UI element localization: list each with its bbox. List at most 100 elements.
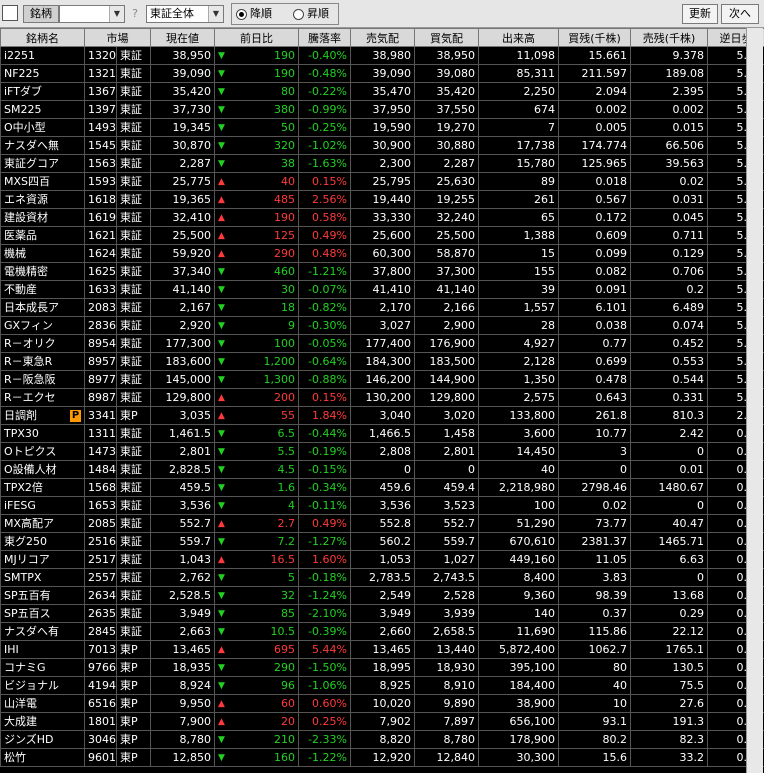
stock-name[interactable]: R－エクセ [4,391,56,404]
stock-name-cell[interactable]: 電機精密 [0,262,85,281]
stock-name-cell[interactable]: NF225 [0,64,85,83]
stock-name-cell[interactable]: SP五百ス [0,604,85,623]
stock-name[interactable]: 大成建 [4,715,37,728]
stock-name-cell[interactable]: O設備人材 [0,460,85,479]
stock-name-cell[interactable]: 松竹 [0,748,85,767]
stock-name-cell[interactable]: 不動産 [0,280,85,299]
table-row[interactable]: TPX30 1311 東証 1,461.5 ▼ 6.5 -0.44% 1,466.5 1,458… [0,424,764,443]
col-header-margin-buy[interactable]: 買残(千株) [558,28,631,47]
stock-name[interactable]: SP五百有 [4,589,51,602]
table-row[interactable]: 電機精密 1625 東証 37,340 ▼ 460 -1.21% 37,800 37,300 15… [0,262,764,281]
table-row[interactable]: 松竹 9601 東P 12,850 ▼ 160 -1.22% 12,920 12,840 30,3… [0,748,764,767]
table-row[interactable]: ビジョナル 4194 東P 8,924 ▼ 96 -1.06% 8,925 8,910 184,4… [0,676,764,695]
table-row[interactable]: SMTPX 2557 東証 2,762 ▼ 5 -0.18% 2,783.5 2,743.5 8,… [0,568,764,587]
table-row[interactable]: iFTダブ 1367 東証 35,420 ▼ 80 -0.22% 35,470 35,420 2,… [0,82,764,101]
stock-name[interactable]: 山洋電 [4,697,37,710]
stock-name-cell[interactable]: MXS四百 [0,172,85,191]
stock-name[interactable]: iFESG [4,499,36,512]
stock-name-cell[interactable]: 東グ250 [0,532,85,551]
table-row[interactable]: NF225 1321 東証 39,090 ▼ 190 -0.48% 39,090 39,080 8… [0,64,764,83]
stock-name[interactable]: 建設資材 [4,211,48,224]
stock-name[interactable]: Oトピクス [4,445,56,458]
stock-name-cell[interactable]: SMTPX [0,568,85,587]
stock-name[interactable]: ナスダへ有 [4,625,59,638]
refresh-button[interactable]: 更新 [682,4,718,24]
table-row[interactable]: 東証グコア 1563 東証 2,287 ▼ 38 -1.63% 2,300 2,287 15,78… [0,154,764,173]
stock-name[interactable]: NF225 [4,67,40,80]
stock-name[interactable]: O設備人材 [4,463,57,476]
table-row[interactable]: R－オリク 8954 東証 177,300 ▼ 100 -0.05% 177,400 176,9… [0,334,764,353]
stock-name[interactable]: 東証グコア [4,157,59,170]
select-all-checkbox[interactable] [2,5,18,21]
table-row[interactable]: SM225 1397 東証 37,730 ▼ 380 -0.99% 37,950 37,550 6… [0,100,764,119]
table-row[interactable]: 大成建 1801 東P 7,900 ▲ 20 0.25% 7,902 7,897 656,100 9… [0,712,764,731]
stock-name[interactable]: O中小型 [4,121,46,134]
stock-name[interactable]: GXフィン [4,319,53,332]
stock-name[interactable]: 東グ250 [4,535,47,548]
table-row[interactable]: MJリコア 2517 東証 1,043 ▲ 16.5 1.60% 1,053 1,027 449,… [0,550,764,569]
table-row[interactable]: R－エクセ 8987 東証 129,800 ▲ 200 0.15% 130,200 129,80… [0,388,764,407]
table-row[interactable]: ナスダへ無 1545 東証 30,870 ▼ 320 -1.02% 30,900 30,880 1… [0,136,764,155]
stock-name-cell[interactable]: 機械 [0,244,85,263]
stock-name-cell[interactable]: MJリコア [0,550,85,569]
stock-name[interactable]: 不動産 [4,283,37,296]
stock-name[interactable]: R－阪急阪 [4,373,56,386]
sort-asc-radio[interactable] [293,8,304,20]
stock-name-cell[interactable]: R－エクセ [0,388,85,407]
stock-name-cell[interactable]: ナスダへ有 [0,622,85,641]
stock-name[interactable]: 日調剤 [4,409,37,422]
stock-name[interactable]: iFTダブ [4,85,42,98]
stock-name-cell[interactable]: 日本成長ア [0,298,85,317]
table-row[interactable]: IHI 7013 東P 13,465 ▲ 695 5.44% 13,465 13,440 5,87… [0,640,764,659]
stock-name-cell[interactable]: R－オリク [0,334,85,353]
stock-name[interactable]: SM225 [4,103,41,116]
stock-name[interactable]: 松竹 [4,751,26,764]
table-row[interactable]: ナスダへ有 2845 東証 2,663 ▼ 10.5 -0.39% 2,660 2,658.5 1… [0,622,764,641]
stock-name-cell[interactable]: i2251 [0,46,85,65]
col-header-change-rate[interactable]: 騰落率 [298,28,351,47]
stock-name-cell[interactable]: SP五百有 [0,586,85,605]
stock-name[interactable]: 電機精密 [4,265,48,278]
col-header-price[interactable]: 現在値 [150,28,215,47]
col-header-change[interactable]: 前日比 [214,28,299,47]
stock-name[interactable]: ジンズHD [4,733,54,746]
table-row[interactable]: 機械 1624 東証 59,920 ▲ 290 0.48% 60,300 58,870 15 0.0… [0,244,764,263]
table-row[interactable]: エネ資源 1618 東証 19,365 ▲ 485 2.56% 19,440 19,255 261… [0,190,764,209]
stock-name[interactable]: MX高配ア [4,517,54,530]
stock-name-cell[interactable]: SM225 [0,100,85,119]
stock-name[interactable]: i2251 [4,49,35,62]
stock-name[interactable]: TPX30 [4,427,39,440]
stock-name-cell[interactable]: TPX2倍 [0,478,85,497]
table-row[interactable]: 山洋電 6516 東P 9,950 ▲ 60 0.60% 10,020 9,890 38,900 1… [0,694,764,713]
stock-name[interactable]: ビジョナル [4,679,59,692]
col-header-margin-sell[interactable]: 売残(千株) [630,28,708,47]
chevron-down-icon[interactable]: ▼ [208,6,223,22]
sort-asc-label[interactable]: 昇順 [307,7,329,20]
sort-desc-label[interactable]: 降順 [250,7,272,20]
stock-name-cell[interactable]: 建設資材 [0,208,85,227]
stock-name-cell[interactable]: R－東急R [0,352,85,371]
stock-name[interactable]: 医薬品 [4,229,37,242]
col-header-ask[interactable]: 売気配 [350,28,415,47]
stock-name-cell[interactable]: iFTダブ [0,82,85,101]
stock-name-cell[interactable]: Oトピクス [0,442,85,461]
table-row[interactable]: SP五百ス 2635 東証 3,949 ▼ 85 -2.10% 3,949 3,939 140 0.… [0,604,764,623]
stock-name[interactable]: ナスダへ無 [4,139,59,152]
col-header-name[interactable]: 銘柄名 [0,28,85,47]
vertical-scrollbar[interactable] [746,28,763,773]
ticker-input[interactable]: ▼ [59,5,125,23]
stock-name-cell[interactable]: IHI [0,640,85,659]
stock-name[interactable]: R－東急R [4,355,52,368]
stock-name-cell[interactable]: iFESG [0,496,85,515]
stock-name-cell[interactable]: エネ資源 [0,190,85,209]
next-button[interactable]: 次へ [721,4,759,24]
stock-name-cell[interactable]: TPX30 [0,424,85,443]
stock-name[interactable]: コナミG [4,661,46,674]
table-row[interactable]: i2251 1320 東証 38,950 ▼ 190 -0.40% 38,980 38,950 1… [0,46,764,65]
stock-name[interactable]: SMTPX [4,571,41,584]
table-row[interactable]: Oトピクス 1473 東証 2,801 ▼ 5.5 -0.19% 2,808 2,801 14,4… [0,442,764,461]
stock-name-cell[interactable]: 日調剤 P [0,406,85,425]
col-header-bid[interactable]: 買気配 [414,28,479,47]
stock-name-cell[interactable]: 山洋電 [0,694,85,713]
table-row[interactable]: SP五百有 2634 東証 2,528.5 ▼ 32 -1.24% 2,549 2,528 9,3… [0,586,764,605]
